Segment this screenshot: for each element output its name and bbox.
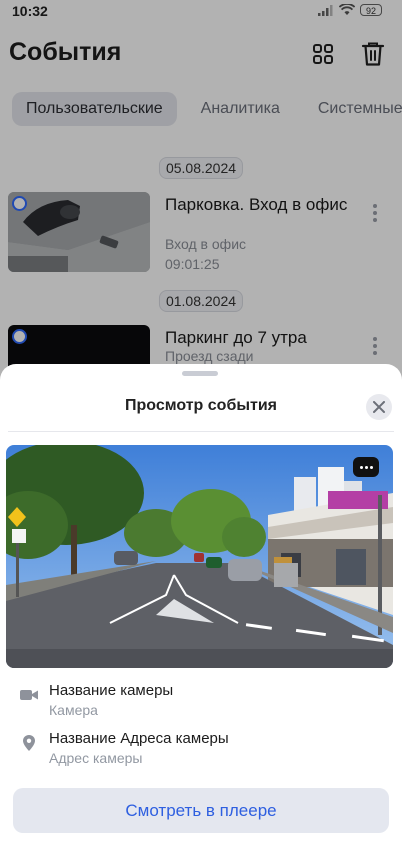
watch-in-player-button[interactable]: Смотреть в плеере (13, 788, 389, 833)
address-subtitle: Адрес камеры (49, 750, 143, 766)
event-preview-sheet: Просмотр события Название камеры Камера … (0, 364, 402, 856)
video-camera-icon (20, 690, 38, 700)
close-icon (373, 401, 385, 413)
divider (8, 431, 394, 432)
location-pin-icon (23, 735, 35, 751)
address-title: Название Адреса камеры (49, 730, 229, 747)
camera-title: Название камеры (49, 682, 174, 699)
preview-more-button[interactable] (353, 457, 379, 477)
sheet-title: Просмотр события (124, 397, 277, 414)
camera-subtitle: Камера (49, 702, 98, 718)
close-button[interactable] (366, 394, 392, 420)
sheet-grabber[interactable] (182, 371, 218, 376)
event-preview-image[interactable] (6, 445, 393, 668)
